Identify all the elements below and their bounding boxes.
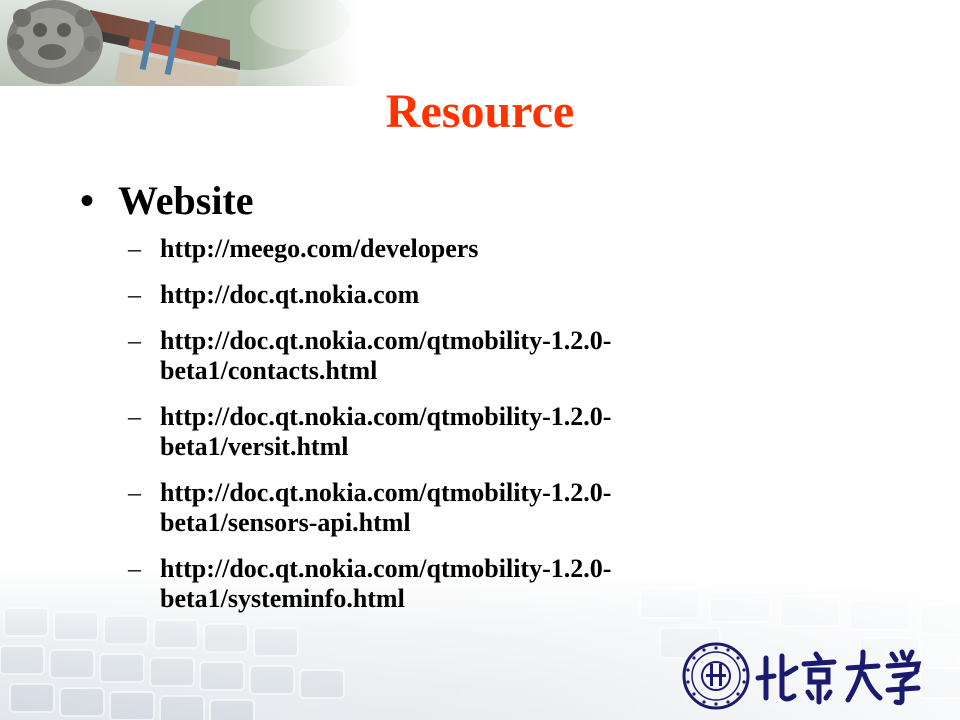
link-text[interactable]: http://doc.qt.nokia.com/qtmobility-1.2.0… <box>160 326 611 385</box>
link-text[interactable]: http://doc.qt.nokia.com/qtmobility-1.2.0… <box>160 554 611 613</box>
bullet-label: Website <box>118 178 254 223</box>
dash-icon: – <box>128 402 141 431</box>
bullet-dot-icon: • <box>80 178 95 223</box>
dash-icon: – <box>128 554 141 583</box>
list-item: – http://doc.qt.nokia.com/qtmobility-1.2… <box>128 326 768 386</box>
slide: Resource • Website – http://meego.com/dev… <box>0 0 960 720</box>
list-item: – http://doc.qt.nokia.com <box>128 280 768 310</box>
dash-icon: – <box>128 234 141 263</box>
link-text[interactable]: http://doc.qt.nokia.com/qtmobility-1.2.0… <box>160 402 611 461</box>
stone-lion-photo-icon <box>0 0 360 86</box>
list-item: – http://meego.com/developers <box>128 234 768 264</box>
slide-title: Resource <box>385 85 575 138</box>
link-text[interactable]: http://doc.qt.nokia.com <box>160 280 419 309</box>
bullet-website: • Website <box>80 176 254 226</box>
link-list: – http://meego.com/developers – http://d… <box>128 234 768 630</box>
list-item: – http://doc.qt.nokia.com/qtmobility-1.2… <box>128 402 768 462</box>
peking-university-seal-icon <box>682 640 922 712</box>
dash-icon: – <box>128 478 141 507</box>
link-text[interactable]: http://doc.qt.nokia.com/qtmobility-1.2.0… <box>160 478 611 537</box>
list-item: – http://doc.qt.nokia.com/qtmobility-1.2… <box>128 478 768 538</box>
list-item: – http://doc.qt.nokia.com/qtmobility-1.2… <box>128 554 768 614</box>
dash-icon: – <box>128 326 141 355</box>
dash-icon: – <box>128 280 141 309</box>
link-text[interactable]: http://meego.com/developers <box>160 234 478 263</box>
